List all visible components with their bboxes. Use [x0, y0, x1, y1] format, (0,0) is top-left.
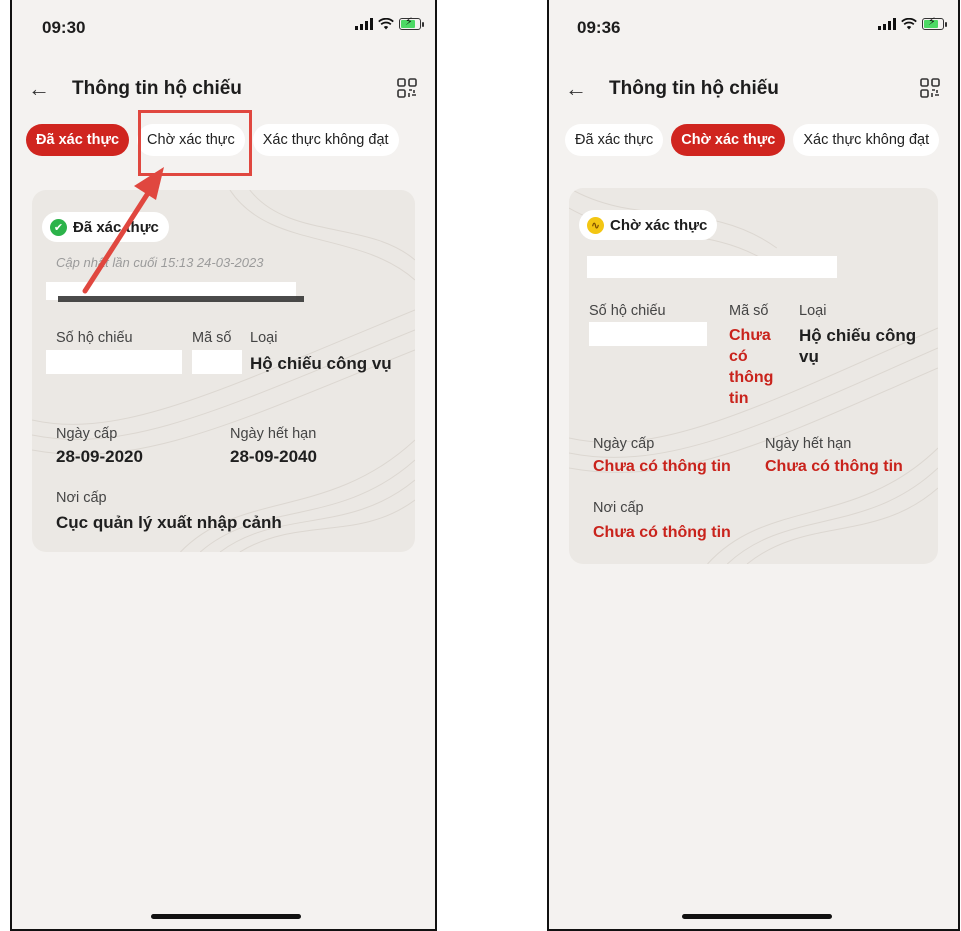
signal-icon	[355, 18, 373, 30]
code-label: Mã số	[192, 330, 232, 346]
signal-icon	[878, 18, 896, 30]
home-indicator[interactable]	[682, 914, 832, 919]
code-redacted	[192, 350, 242, 374]
type-label: Loại	[799, 303, 827, 319]
badge-label: Chờ xác thực	[610, 216, 708, 234]
back-arrow-icon[interactable]: ←	[28, 78, 50, 100]
status-icons: ⚡	[878, 17, 947, 30]
verification-badge: ✔ Đã xác thực	[42, 212, 169, 242]
issue-place-value: Cục quản lý xuất nhập cảnh	[56, 513, 282, 532]
annotation-highlight-box	[138, 110, 252, 176]
tab-failed[interactable]: Xác thực không đạt	[252, 124, 399, 156]
type-value: Hộ chiếu công vụ	[250, 354, 392, 373]
expiry-date-label: Ngày hết hạn	[765, 436, 852, 452]
issue-date-value: Chưa có thông tin	[593, 458, 731, 475]
issue-date-value: 28-09-2020	[56, 447, 143, 466]
last-updated: Cập nhật lần cuối 15:13 24-03-2023	[56, 255, 264, 270]
code-value: Chưa có thông tin	[729, 327, 774, 407]
passport-number-label: Số hộ chiếu	[56, 330, 133, 346]
issue-place-label: Nơi cấp	[593, 500, 644, 516]
holder-name-fragment	[58, 296, 304, 302]
issue-place-label: Nơi cấp	[56, 490, 107, 506]
passport-number-label: Số hộ chiếu	[589, 303, 666, 319]
tab-failed[interactable]: Xác thực không đạt	[793, 124, 940, 156]
issue-date-label: Ngày cấp	[56, 426, 118, 442]
wifi-icon	[378, 18, 394, 30]
type-value: Hộ chiếu công vụ	[799, 326, 917, 366]
tab-verified[interactable]: Đã xác thực	[26, 124, 130, 156]
code-label: Mã số	[729, 303, 769, 319]
verification-badge: ∿ Chờ xác thực	[579, 210, 718, 240]
expiry-date-label: Ngày hết hạn	[230, 426, 317, 442]
wifi-icon	[901, 18, 917, 30]
expiry-date-value: Chưa có thông tin	[765, 458, 903, 475]
check-circle-icon: ✔	[50, 218, 67, 236]
badge-label: Đã xác thực	[73, 218, 159, 236]
home-indicator[interactable]	[151, 914, 301, 919]
header: ← Thông tin hộ chiếu	[565, 78, 942, 102]
battery-icon: ⚡	[922, 17, 947, 30]
status-tabs: Đã xác thực Chờ xác thực Xác thực không …	[565, 124, 940, 156]
status-icons: ⚡	[355, 17, 424, 30]
passport-number-redacted	[589, 322, 707, 346]
pending-wave-icon: ∿	[587, 216, 604, 234]
holder-name-redacted	[587, 256, 837, 278]
issue-place-value: Chưa có thông tin	[593, 524, 731, 541]
expiry-date-value: 28-09-2040	[230, 447, 317, 466]
issue-date-label: Ngày cấp	[593, 436, 655, 452]
page-title: Thông tin hộ chiếu	[609, 78, 779, 99]
back-arrow-icon[interactable]: ←	[565, 78, 587, 100]
qr-code-icon[interactable]	[397, 78, 417, 98]
passport-card: ✔ Đã xác thực Cập nhật lần cuối 15:13 24…	[32, 190, 415, 552]
status-time: 09:36	[577, 18, 621, 37]
type-label: Loại	[250, 330, 278, 346]
page-title: Thông tin hộ chiếu	[72, 78, 242, 99]
tab-verified[interactable]: Đã xác thực	[565, 124, 664, 156]
passport-number-redacted	[46, 350, 182, 374]
passport-card: ∿ Chờ xác thực Số hộ chiếu Mã số Chưa có…	[569, 188, 938, 564]
status-time: 09:30	[42, 18, 86, 37]
battery-icon: ⚡	[399, 17, 424, 30]
header: ← Thông tin hộ chiếu	[28, 78, 419, 102]
tab-pending[interactable]: Chờ xác thực	[671, 124, 786, 156]
phone-screen-pending: 09:36 ⚡ ← Thông tin hộ chiếu Đã xác thực…	[547, 0, 960, 931]
qr-code-icon[interactable]	[920, 78, 940, 98]
